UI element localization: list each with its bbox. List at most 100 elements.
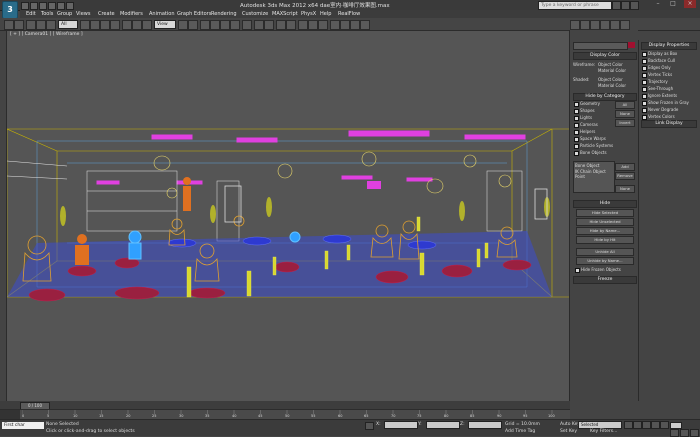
never-degrade-checkbox[interactable]	[642, 108, 647, 113]
list-item[interactable]: Bone Object	[574, 162, 614, 169]
create-panel-icon[interactable]	[570, 20, 580, 30]
select-object-icon[interactable]	[80, 20, 90, 30]
menu-physx[interactable]: PhysX	[301, 10, 316, 18]
spinner-snap-icon[interactable]	[230, 20, 240, 30]
undo-icon[interactable]	[48, 2, 56, 10]
rectangular-selection-icon[interactable]	[100, 20, 110, 30]
menu-tools[interactable]: Tools	[41, 10, 53, 18]
menu-rendering[interactable]: Rendering	[211, 10, 237, 18]
play-icon[interactable]	[642, 421, 651, 429]
hide-rollout[interactable]: Hide	[573, 200, 637, 208]
show-frozen-gray-checkbox[interactable]	[642, 101, 647, 106]
camera-viewport[interactable]: [ + ] [ Camera01 ] [ Wireframe ]	[6, 30, 570, 402]
lights-checkbox[interactable]	[574, 116, 579, 121]
none-list-button[interactable]: None	[615, 185, 635, 193]
move-icon[interactable]	[122, 20, 132, 30]
vertex-ticks-checkbox[interactable]	[642, 73, 647, 78]
particle-systems-checkbox[interactable]	[574, 144, 579, 149]
modify-panel-icon[interactable]	[580, 20, 590, 30]
rotate-icon[interactable]	[132, 20, 142, 30]
add-button[interactable]: Add	[615, 163, 635, 171]
freeze-rollout[interactable]: Freeze	[573, 276, 637, 284]
ignore-extents-checkbox[interactable]	[642, 94, 647, 99]
angle-snap-icon[interactable]	[210, 20, 220, 30]
display-panel-icon[interactable]	[610, 20, 620, 30]
panel-tabs[interactable]	[573, 42, 628, 50]
see-through-checkbox[interactable]	[642, 87, 647, 92]
mirror-icon[interactable]	[254, 20, 264, 30]
previous-frame-icon[interactable]	[633, 421, 642, 429]
selection-filter-dropdown[interactable]: All	[58, 20, 78, 29]
key-mode-dropdown[interactable]: Selected	[578, 421, 622, 429]
menu-customize[interactable]: Customize	[242, 10, 268, 18]
material-editor-icon[interactable]	[318, 20, 328, 30]
maxscript-listener[interactable]: First char	[2, 422, 44, 429]
remove-button[interactable]: Remove	[615, 172, 635, 180]
pivot-center-icon[interactable]	[178, 20, 188, 30]
none-button[interactable]: None	[615, 110, 635, 118]
utilities-panel-icon[interactable]	[620, 20, 630, 30]
list-item[interactable]: Point	[574, 174, 614, 179]
align-icon[interactable]	[264, 20, 274, 30]
hierarchy-panel-icon[interactable]	[590, 20, 600, 30]
hide-frozen-checkbox[interactable]	[575, 268, 580, 273]
maximize-icon[interactable]: □	[667, 0, 679, 8]
key-filters-button[interactable]: Key Filters...	[590, 429, 617, 434]
maximize-viewport-icon[interactable]	[690, 429, 699, 437]
display-properties-rollout[interactable]: Display Properties	[641, 42, 697, 50]
menu-modifiers[interactable]: Modifiers	[120, 10, 143, 18]
layer-manager-icon[interactable]	[276, 20, 286, 30]
curve-editor-icon[interactable]	[298, 20, 308, 30]
snap-toggle-icon[interactable]	[200, 20, 210, 30]
add-time-tag[interactable]: Add Time Tag	[505, 429, 535, 434]
y-coordinate-field[interactable]	[426, 421, 460, 429]
schematic-view-icon[interactable]	[308, 20, 318, 30]
motion-panel-icon[interactable]	[600, 20, 610, 30]
link-display-rollout[interactable]: Link Display	[641, 120, 697, 128]
menu-maxscript[interactable]: MAXScript	[272, 10, 298, 18]
rendered-frame-icon[interactable]	[340, 20, 350, 30]
select-manipulate-icon[interactable]	[188, 20, 198, 30]
redo-icon[interactable]	[14, 20, 24, 30]
lock-selection-icon[interactable]	[365, 422, 374, 430]
hide-by-category-rollout[interactable]: Hide by Category	[573, 93, 637, 101]
close-icon[interactable]: ×	[684, 0, 696, 8]
new-file-icon[interactable]	[21, 2, 29, 10]
menu-group[interactable]: Group	[57, 10, 72, 18]
all-button[interactable]: All	[615, 101, 635, 109]
render-production-icon[interactable]	[350, 20, 360, 30]
window-crossing-icon[interactable]	[110, 20, 120, 30]
hide-by-hit-button[interactable]: Hide by Hit	[576, 236, 634, 244]
unhide-by-name-button[interactable]: Unhide by Name...	[576, 257, 634, 265]
search-input[interactable]: Type a keyword or phrase	[538, 1, 612, 10]
shapes-checkbox[interactable]	[574, 109, 579, 114]
set-key-button[interactable]: Set Key	[560, 429, 577, 434]
go-to-end-icon[interactable]	[660, 421, 669, 429]
wire-object-color-radio[interactable]: Object Color	[598, 62, 623, 67]
save-file-icon[interactable]	[39, 2, 47, 10]
shaded-material-color-radio[interactable]: Material Color	[598, 83, 626, 88]
wire-material-color-radio[interactable]: Material Color	[598, 68, 626, 73]
minimize-icon[interactable]: –	[652, 0, 664, 8]
geometry-checkbox[interactable]	[574, 102, 579, 107]
helpers-checkbox[interactable]	[574, 130, 579, 135]
redo-icon[interactable]	[57, 2, 65, 10]
trajectory-checkbox[interactable]	[642, 80, 647, 85]
reference-coordinate-dropdown[interactable]: View	[154, 20, 176, 29]
display-color-rollout[interactable]: Display Color	[573, 52, 637, 60]
menu-realflow[interactable]: RealFlow	[338, 10, 360, 18]
z-coordinate-field[interactable]	[468, 421, 502, 429]
render-setup-icon[interactable]	[330, 20, 340, 30]
current-frame-field[interactable]	[670, 422, 682, 429]
bind-spacewarp-icon[interactable]	[46, 20, 56, 30]
edges-only-checkbox[interactable]	[642, 66, 647, 71]
zoom-icon[interactable]	[670, 429, 679, 437]
teapot-render-icon[interactable]	[360, 20, 370, 30]
hide-selected-button[interactable]: Hide Selected	[576, 209, 634, 217]
help-icon[interactable]	[630, 1, 639, 10]
select-link-icon[interactable]	[26, 20, 36, 30]
project-folder-icon[interactable]	[66, 2, 74, 10]
percent-snap-icon[interactable]	[220, 20, 230, 30]
menu-create[interactable]: Create	[98, 10, 115, 18]
go-to-start-icon[interactable]	[624, 421, 633, 429]
